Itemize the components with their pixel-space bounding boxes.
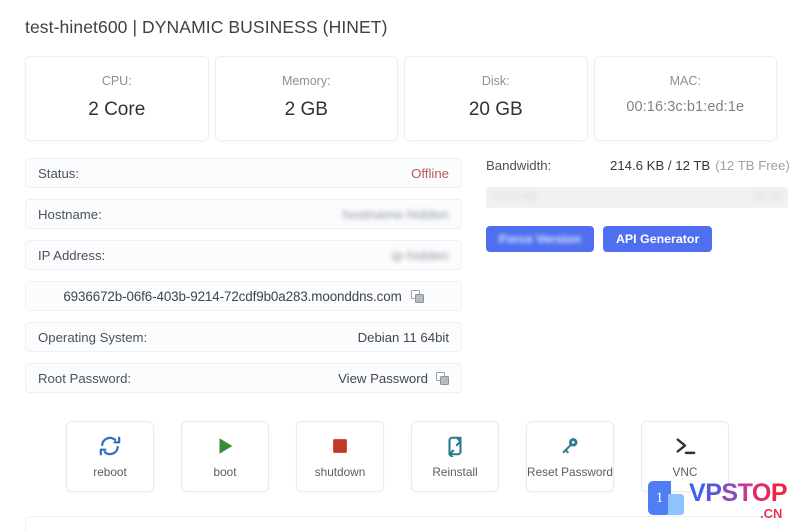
bandwidth-actions: Force Version API Generator [486,226,788,252]
info-row-domain[interactable]: 6936672b-06f6-403b-9214-72cdf9b0a283.moo… [25,281,462,311]
reboot-button[interactable]: reboot [66,421,154,492]
copy-icon[interactable] [436,371,449,385]
boot-label: boot [213,464,237,479]
bandwidth-used-total: 214.6 KB / 12 TB [610,158,711,173]
play-icon [214,435,236,457]
info-label-root-password: Root Password: [38,370,132,386]
reset-password-label: Reset Password [527,464,613,479]
next-section-card-edge [25,516,779,531]
view-password-link[interactable]: View Password [338,371,428,386]
spec-value-mac: 00:16:3c:b1:ed:1e [626,98,745,115]
root-password-value-group[interactable]: View Password [338,371,449,386]
bandwidth-free: (12 TB Free) [715,158,790,173]
info-label-ip-address: IP Address: [38,247,106,263]
api-generator-button[interactable]: API Generator [602,226,713,252]
spec-card-cpu: CPU: 2 Core [25,56,209,141]
spec-label-cpu: CPU: [101,74,132,88]
reinstall-button[interactable]: Reinstall [411,421,499,492]
page-title: test-hinet600 | DYNAMIC BUSINESS (HINET) [25,17,388,37]
info-label-status: Status: [38,165,80,181]
reinstall-label: Reinstall [432,464,478,479]
info-row-status: Status: Offline [25,158,462,188]
spec-label-memory: Memory: [281,74,331,88]
copy-icon[interactable] [410,289,424,303]
brand-letter: T [737,479,753,507]
reinstall-arrows-icon [444,435,466,457]
force-version-button[interactable]: Force Version [486,226,594,252]
vnc-label: VNC [672,464,698,479]
domain-value: 6936672b-06f6-403b-9214-72cdf9b0a283.moo… [63,288,402,304]
info-row-hostname: Hostname: hostname-hidden [25,199,462,229]
bandwidth-bar-right-text: 12 TB [753,191,781,203]
shutdown-label: shutdown [314,464,366,479]
status-badge: Offline [411,165,449,181]
bandwidth-bar-left-text: 214.6 KB [493,191,537,203]
logo-square [668,494,684,515]
info-label-operating-system: Operating System: [38,329,148,345]
spec-value-disk: 20 GB [468,98,523,120]
force-version-button-label: Force Version [499,232,581,246]
spec-label-disk: Disk: [481,74,510,88]
terminal-prompt-icon [673,435,697,457]
spec-card-mac: MAC: 00:16:3c:b1:ed:1e [593,56,777,141]
spec-value-memory: 2 GB [284,98,328,120]
api-generator-button-label: API Generator [615,232,700,246]
info-label-hostname: Hostname: [38,206,102,222]
reboot-label: reboot [93,464,127,479]
brand-letter: O [751,479,771,507]
info-row-root-password[interactable]: Root Password: View Password [25,363,462,393]
spec-cards: CPU: 2 Core Memory: 2 GB Disk: 20 GB MAC… [25,56,777,141]
reset-password-button[interactable]: Reset Password [526,421,614,492]
spec-label-mac: MAC: [669,74,701,88]
info-value-ip-address: ip-hidden [392,247,449,263]
spec-card-memory: Memory: 2 GB [214,56,398,141]
boot-button[interactable]: boot [181,421,269,492]
bandwidth-label: Bandwidth: [486,158,552,173]
server-info-list: Status: Offline Hostname: hostname-hidde… [25,158,462,404]
spec-value-cpu: 2 Core [88,98,146,120]
bandwidth-panel: Bandwidth: 214.6 KB / 12 TB (12 TB Free)… [486,158,790,252]
action-buttons: reboot boot shutdown Reinstall Reset Pas… [66,421,729,492]
spec-card-disk: Disk: 20 GB [404,56,588,141]
bandwidth-progress-bar: 214.6 KB 12 TB [486,187,788,208]
info-value-hostname: hostname-hidden [342,206,449,222]
vps-control-panel: test-hinet600 | DYNAMIC BUSINESS (HINET)… [0,0,800,531]
info-value-operating-system: Debian 11 64bit [357,329,449,345]
stop-square-icon [329,435,351,457]
reboot-icon [99,435,121,457]
info-row-operating-system: Operating System: Debian 11 64bit [25,322,462,352]
brand-letter: P [770,479,788,507]
shutdown-button[interactable]: shutdown [296,421,384,492]
vnc-button[interactable]: VNC [641,421,729,492]
info-row-ip-address: IP Address: ip-hidden [25,240,462,270]
key-icon [559,435,581,457]
bandwidth-summary: Bandwidth: 214.6 KB / 12 TB (12 TB Free) [486,158,790,173]
